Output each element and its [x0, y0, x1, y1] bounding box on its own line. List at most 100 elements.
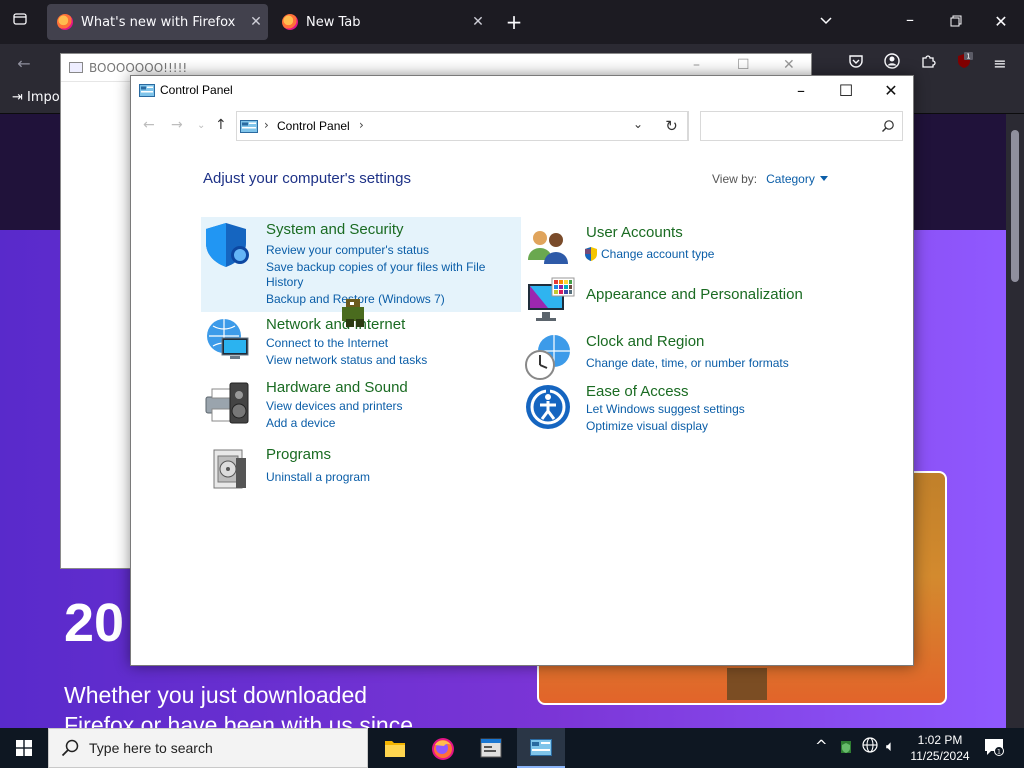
hero-subtitle-line: Whether you just downloaded — [64, 682, 368, 708]
maximize-icon[interactable]: ☐ — [737, 57, 750, 73]
page-scrollbar[interactable] — [1006, 114, 1024, 728]
maximize-button[interactable]: ☐ — [823, 76, 869, 106]
category-title[interactable]: Clock and Region — [586, 333, 704, 350]
monitor-palette-icon — [524, 276, 576, 328]
taskbar-search-box[interactable]: Type here to search — [48, 728, 368, 768]
category-appearance-personalization[interactable]: Appearance and Personalization — [524, 276, 844, 328]
link-network-status[interactable]: View network status and tasks — [266, 353, 427, 368]
firefox-icon — [432, 738, 454, 760]
minimize-button[interactable]: – — [778, 76, 824, 106]
volume-icon[interactable]: 🔈︎ — [886, 737, 895, 755]
programs-box-icon — [204, 446, 256, 498]
link-connect-internet[interactable]: Connect to the Internet — [266, 336, 388, 351]
taskbar-app-window[interactable] — [467, 728, 515, 768]
link-review-status[interactable]: Review your computer's status — [266, 243, 429, 258]
taskbar-search-placeholder: Type here to search — [89, 740, 213, 756]
tab-list-icon[interactable] — [6, 10, 34, 34]
forward-arrow-icon[interactable]: → — [171, 117, 183, 133]
taskbar-control-panel[interactable] — [517, 728, 565, 768]
tab-new-tab[interactable]: New Tab ✕ — [272, 4, 490, 40]
link-optimize-display[interactable]: Optimize visual display — [586, 419, 708, 434]
close-icon[interactable]: ✕ — [783, 57, 795, 73]
hamburger-menu-icon[interactable]: ≡ — [986, 52, 1014, 76]
restore-icon[interactable] — [942, 10, 970, 34]
link-file-history[interactable]: History — [266, 275, 303, 290]
category-ease-of-access[interactable]: Ease of Access Let Windows suggest setti… — [524, 383, 844, 435]
category-clock-region[interactable]: Clock and Region Change date, time, or n… — [524, 333, 844, 383]
address-box[interactable]: › Control Panel › ⌄ — [236, 111, 688, 141]
import-bookmarks-link[interactable]: ⇥ Impo — [12, 90, 60, 105]
recent-locations-chevron-icon[interactable]: ⌄ — [197, 120, 205, 131]
pixel-sprite-cursor — [340, 299, 368, 333]
scrollbar-thumb[interactable] — [1011, 130, 1019, 282]
windows-taskbar: Type here to search ^ 🔈︎ 1:02 PM 11/25/2… — [0, 728, 1024, 768]
network-globe-icon[interactable] — [862, 737, 878, 757]
breadcrumb-chevron-icon[interactable]: › — [359, 118, 364, 132]
minimize-icon[interactable]: – — [693, 57, 700, 73]
start-button[interactable] — [0, 728, 48, 768]
firefox-tab-bar: What's new with Firefox ✕ New Tab ✕ + – … — [0, 0, 1024, 44]
category-title[interactable]: Network and Internet — [266, 316, 405, 333]
search-box[interactable] — [700, 111, 903, 141]
refresh-icon: ↻ — [665, 117, 678, 135]
notification-center-icon[interactable]: 1 — [984, 738, 1004, 760]
taskbar-firefox[interactable] — [419, 728, 467, 768]
category-title[interactable]: Programs — [266, 446, 331, 463]
back-arrow-icon[interactable]: ← — [143, 117, 155, 133]
defender-icon[interactable] — [838, 739, 854, 759]
search-icon[interactable] — [881, 118, 895, 137]
link-change-account-type[interactable]: Change account type — [601, 247, 714, 262]
refresh-button[interactable]: ↻ — [655, 111, 689, 141]
category-title[interactable]: Hardware and Sound — [266, 379, 408, 396]
printer-speaker-icon — [204, 379, 256, 431]
back-arrow-icon[interactable]: ← — [10, 52, 38, 76]
tab-whats-new[interactable]: What's new with Firefox ✕ — [47, 4, 268, 40]
pocket-icon[interactable] — [842, 52, 870, 76]
up-arrow-icon[interactable]: ↑ — [215, 117, 227, 133]
category-user-accounts[interactable]: User Accounts Change account type — [524, 224, 834, 266]
link-suggest-settings[interactable]: Let Windows suggest settings — [586, 402, 745, 417]
tab-title: New Tab — [306, 14, 361, 30]
show-hidden-icons-chevron-icon[interactable]: ^ — [815, 737, 828, 755]
category-title[interactable]: User Accounts — [586, 224, 683, 241]
taskbar-file-explorer[interactable] — [371, 728, 419, 768]
ease-of-access-icon — [524, 383, 576, 435]
window-icon — [69, 62, 83, 73]
ublock-icon[interactable]: 1 — [950, 52, 978, 76]
users-icon — [524, 224, 576, 276]
link-file-history[interactable]: Save backup copies of your files with Fi… — [266, 260, 485, 275]
link-uninstall-program[interactable]: Uninstall a program — [266, 470, 370, 485]
search-input[interactable] — [701, 112, 871, 140]
shield-icon — [204, 221, 256, 273]
windows-logo-icon — [16, 740, 32, 756]
category-programs[interactable]: Programs Uninstall a program — [204, 446, 514, 490]
control-panel-icon — [530, 739, 552, 756]
breadcrumb-chevron-icon[interactable]: › — [264, 118, 269, 132]
control-panel-icon — [240, 119, 258, 138]
view-by-dropdown[interactable]: Category — [766, 172, 828, 186]
link-date-time-formats[interactable]: Change date, time, or number formats — [586, 356, 789, 371]
link-devices-printers[interactable]: View devices and printers — [266, 399, 403, 414]
category-title[interactable]: System and Security — [266, 221, 404, 238]
link-add-device[interactable]: Add a device — [266, 416, 335, 431]
category-system-security[interactable]: System and Security Review your computer… — [204, 221, 514, 311]
view-by-control: View by: Category — [712, 172, 828, 186]
extensions-puzzle-icon[interactable] — [914, 52, 942, 76]
ublock-badge-count: 1 — [966, 53, 970, 61]
close-tab-icon[interactable]: ✕ — [244, 14, 268, 30]
breadcrumb-control-panel[interactable]: Control Panel — [277, 119, 350, 133]
close-window-icon[interactable]: ✕ — [987, 10, 1015, 34]
list-all-tabs-chevron-icon[interactable] — [812, 10, 840, 34]
account-icon[interactable] — [878, 52, 906, 76]
address-dropdown-chevron-icon[interactable]: ⌄ — [633, 117, 643, 131]
minimize-icon[interactable]: – — [896, 8, 924, 32]
new-tab-plus-icon[interactable]: + — [500, 10, 528, 34]
category-title[interactable]: Ease of Access — [586, 383, 689, 400]
close-button[interactable]: ✕ — [868, 76, 914, 106]
clock-globe-icon — [524, 333, 576, 385]
close-tab-icon[interactable]: ✕ — [466, 14, 490, 30]
uac-shield-icon — [584, 246, 598, 266]
category-hardware-sound[interactable]: Hardware and Sound View devices and prin… — [204, 379, 514, 431]
category-title[interactable]: Appearance and Personalization — [586, 286, 803, 303]
taskbar-clock[interactable]: 1:02 PM 11/25/2024 — [906, 732, 974, 764]
